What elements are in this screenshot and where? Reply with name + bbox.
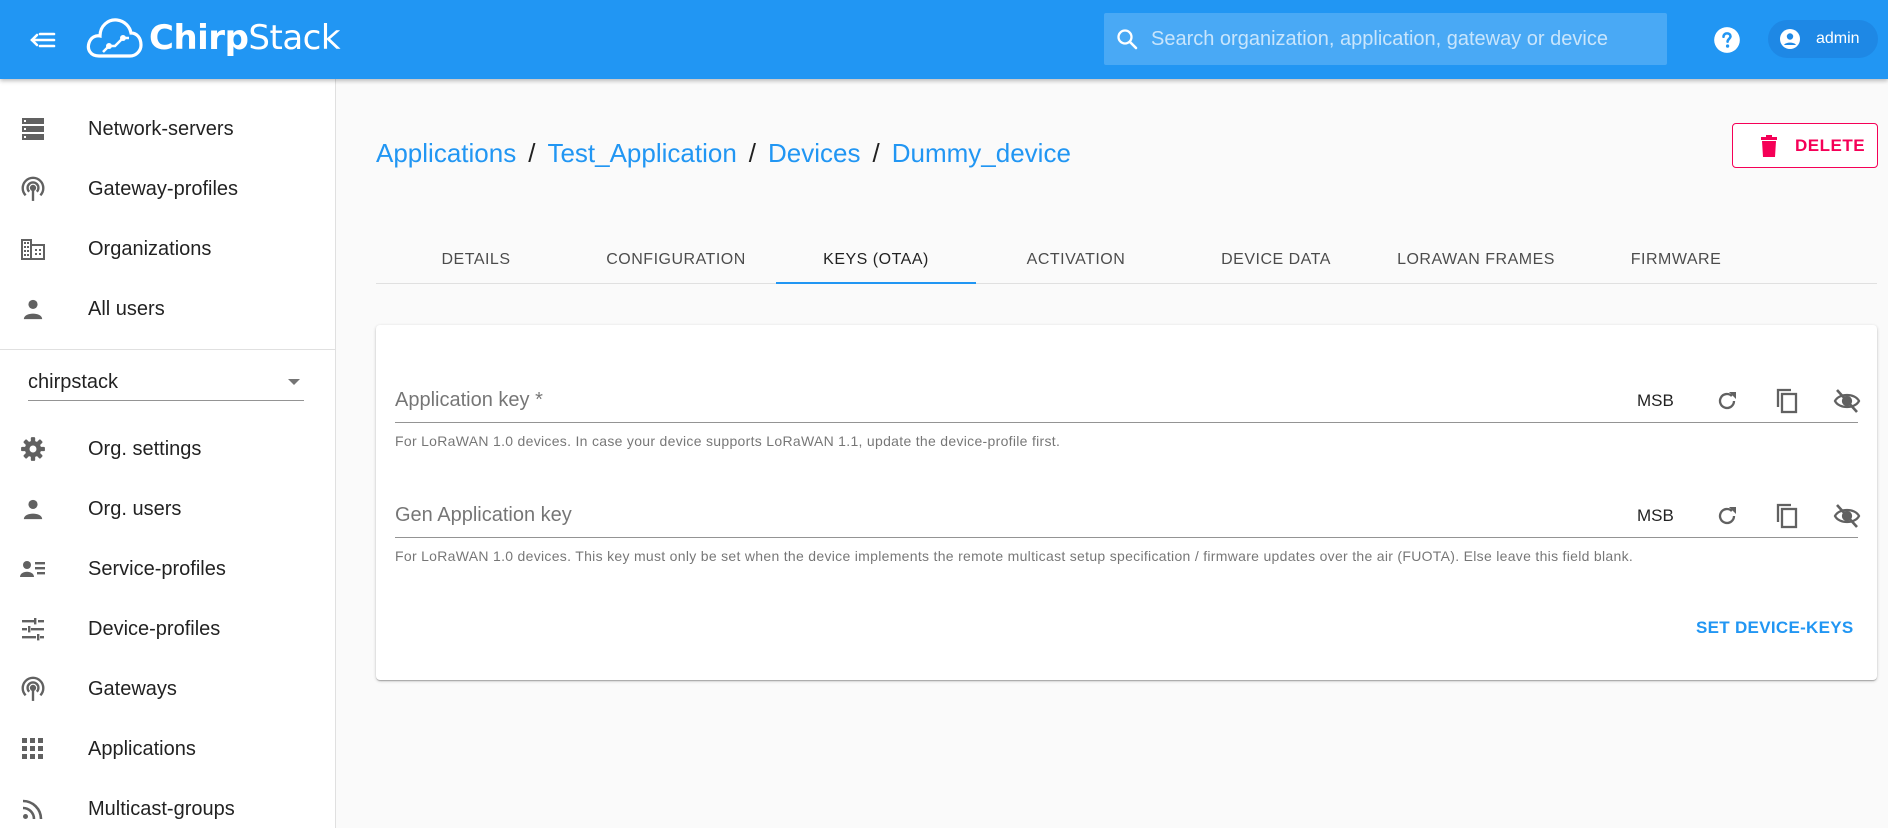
- account-details-icon: [20, 556, 46, 582]
- wifi-tethering-icon: [20, 676, 46, 702]
- visibility-off-icon[interactable]: [1833, 502, 1861, 530]
- copy-icon[interactable]: [1773, 387, 1801, 415]
- sidebar-item-multicast-groups[interactable]: Multicast-groups: [0, 779, 336, 828]
- tab-activation[interactable]: ACTIVATION: [976, 236, 1176, 284]
- byte-order-toggle[interactable]: MSB: [1637, 391, 1674, 411]
- delete-device-button[interactable]: DELETE: [1732, 123, 1878, 168]
- organization-select[interactable]: chirpstack: [28, 365, 304, 401]
- copy-icon[interactable]: [1773, 502, 1801, 530]
- wifi-tethering-icon: [20, 176, 46, 202]
- sidebar-item-gateways[interactable]: Gateways: [0, 659, 336, 719]
- brand-name: ChirpStack: [149, 18, 341, 58]
- device-tabs: DETAILS CONFIGURATION KEYS (OTAA) ACTIVA…: [376, 236, 1877, 284]
- breadcrumb-separator: /: [528, 138, 536, 168]
- server-icon: [20, 116, 46, 142]
- byte-order-toggle[interactable]: MSB: [1637, 506, 1674, 526]
- help-icon[interactable]: [1713, 26, 1741, 54]
- gear-icon: [20, 436, 46, 462]
- tab-details[interactable]: DETAILS: [376, 236, 576, 284]
- rss-icon: [20, 796, 46, 822]
- app-bar: ChirpStack admin: [0, 0, 1888, 79]
- refresh-icon[interactable]: [1713, 502, 1741, 530]
- sidebar-item-device-profiles[interactable]: Device-profiles: [0, 599, 336, 659]
- sidebar-item-network-servers[interactable]: Network-servers: [0, 99, 336, 159]
- gen-application-key-helper: For LoRaWAN 1.0 devices. This key must o…: [395, 548, 1634, 564]
- breadcrumb-separator: /: [748, 138, 757, 168]
- breadcrumb: Applications / Test_Application / Device…: [376, 138, 1071, 169]
- sidebar-item-org-settings[interactable]: Org. settings: [0, 419, 336, 479]
- account-circle-icon: [1780, 29, 1800, 49]
- application-key-field[interactable]: Application key * MSB: [395, 383, 1861, 423]
- tab-lorawan-frames[interactable]: LORAWAN FRAMES: [1376, 236, 1576, 284]
- search-icon: [1117, 29, 1138, 50]
- tab-keys-otaa[interactable]: KEYS (OTAA): [776, 236, 976, 284]
- sidebar: Network-servers Gateway-profiles Organiz…: [0, 79, 336, 828]
- menu-collapse-icon[interactable]: [26, 24, 58, 56]
- sidebar-item-service-profiles[interactable]: Service-profiles: [0, 539, 336, 599]
- tab-configuration[interactable]: CONFIGURATION: [576, 236, 776, 284]
- sidebar-item-org-users[interactable]: Org. users: [0, 479, 336, 539]
- breadcrumb-application[interactable]: Test_Application: [547, 138, 736, 169]
- visibility-off-icon[interactable]: [1833, 387, 1861, 415]
- user-menu-button[interactable]: admin: [1768, 20, 1878, 58]
- domain-icon: [20, 236, 46, 262]
- global-search: [1104, 13, 1667, 65]
- device-keys-card: Application key * MSB For LoRaWAN 1.0 de…: [376, 325, 1877, 680]
- trash-icon: [1761, 134, 1777, 157]
- dropdown-arrow-icon: [288, 379, 300, 385]
- tune-icon: [20, 616, 46, 642]
- chirpstack-logo[interactable]: ChirpStack: [85, 14, 341, 62]
- sidebar-divider: [0, 349, 336, 350]
- sidebar-item-applications[interactable]: Applications: [0, 719, 336, 779]
- user-name: admin: [1816, 30, 1860, 47]
- tab-device-data[interactable]: DEVICE DATA: [1176, 236, 1376, 284]
- application-key-helper: For LoRaWAN 1.0 devices. In case your de…: [395, 433, 1061, 449]
- gen-application-key-field[interactable]: Gen Application key MSB: [395, 498, 1861, 538]
- breadcrumb-device[interactable]: Dummy_device: [892, 138, 1071, 169]
- person-icon: [20, 296, 46, 322]
- apps-icon: [20, 736, 46, 762]
- refresh-icon[interactable]: [1713, 387, 1741, 415]
- search-input[interactable]: [1151, 27, 1651, 51]
- cloud-logo-icon: [86, 18, 143, 58]
- active-tab-indicator: [776, 282, 976, 284]
- tab-firmware[interactable]: FIRMWARE: [1576, 236, 1776, 284]
- sidebar-item-all-users[interactable]: All users: [0, 279, 336, 339]
- breadcrumb-separator: /: [872, 138, 880, 168]
- breadcrumb-applications[interactable]: Applications: [376, 138, 516, 169]
- sidebar-item-organizations[interactable]: Organizations: [0, 219, 336, 279]
- person-icon: [20, 496, 46, 522]
- set-device-keys-button[interactable]: SET DEVICE-KEYS: [1696, 618, 1854, 638]
- sidebar-item-gateway-profiles[interactable]: Gateway-profiles: [0, 159, 336, 219]
- breadcrumb-devices[interactable]: Devices: [768, 138, 860, 169]
